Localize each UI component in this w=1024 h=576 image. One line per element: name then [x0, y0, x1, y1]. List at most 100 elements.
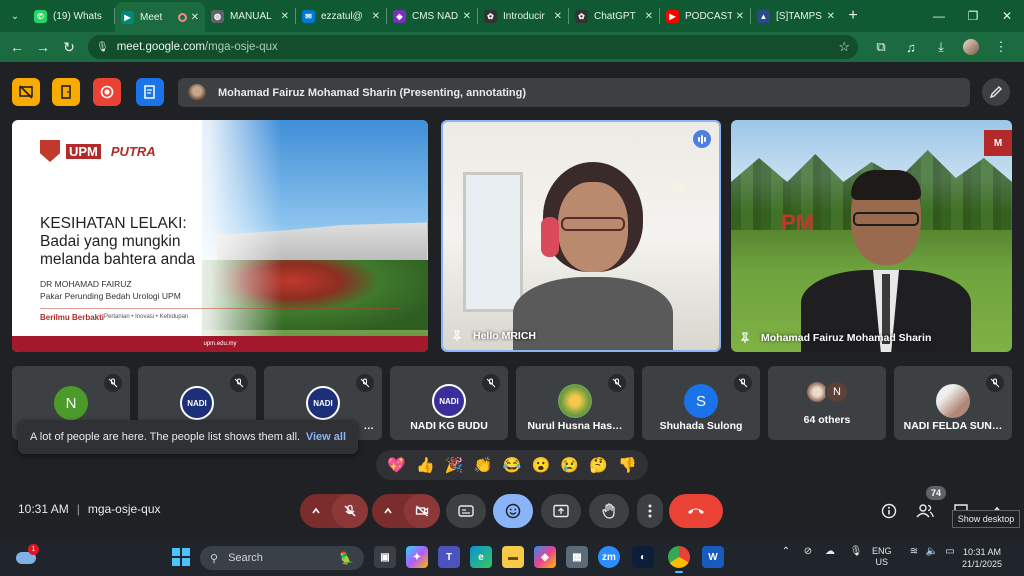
- volume-icon[interactable]: 🔈: [924, 546, 940, 557]
- more-options-button[interactable]: [637, 494, 663, 528]
- chevron-up-icon: [384, 507, 392, 514]
- reaction-laugh-button[interactable]: 😂: [503, 456, 522, 474]
- present-button[interactable]: [541, 494, 581, 528]
- reaction-sad-button[interactable]: 😢: [560, 456, 579, 474]
- slide-divider: [40, 308, 400, 309]
- participant-tile[interactable]: NADI FELDA SUN…: [894, 366, 1012, 440]
- close-tab-icon[interactable]: ✕: [372, 11, 380, 22]
- reaction-thumbs-up-button[interactable]: 👍: [416, 456, 435, 474]
- tab-label: CMS NAD: [412, 10, 459, 22]
- tab-search-button[interactable]: ⌄: [2, 3, 28, 29]
- reaction-thumbs-down-button[interactable]: 👎: [618, 456, 637, 474]
- participant-avatar: [558, 384, 592, 418]
- reaction-clap-button[interactable]: 👏: [474, 456, 493, 474]
- tab-mail[interactable]: ✉ ezzatul@ ✕: [296, 3, 386, 29]
- forward-button[interactable]: →: [30, 34, 56, 60]
- participant-tile-hello-mrich[interactable]: Hello MRICH: [441, 120, 721, 352]
- microphone-in-use-icon[interactable]: 🎙: [848, 546, 864, 557]
- minimize-icon[interactable]: —: [922, 0, 956, 32]
- close-tab-icon[interactable]: ✕: [645, 11, 653, 22]
- stamps-icon: ▲: [757, 9, 770, 23]
- back-button[interactable]: ←: [4, 34, 30, 60]
- file-explorer-icon[interactable]: ▬: [502, 546, 524, 568]
- weather-widget[interactable]: 1: [16, 544, 39, 568]
- chrome-icon[interactable]: [668, 546, 690, 573]
- layout-button[interactable]: [52, 78, 80, 106]
- url-field[interactable]: 🎙 meet.google.com/mga-osje-qux ☆: [88, 35, 858, 59]
- tab-introducir[interactable]: ✿ Introducir ✕: [478, 3, 568, 29]
- camera-toggle-button[interactable]: [404, 494, 440, 528]
- battery-icon[interactable]: ▭: [942, 546, 958, 557]
- cloud-sync-icon[interactable]: ☁: [822, 546, 838, 557]
- pin-icon[interactable]: [739, 332, 751, 344]
- menu-kebab-icon[interactable]: ⋮: [986, 39, 1016, 55]
- teams-icon[interactable]: T: [438, 546, 460, 568]
- input-language[interactable]: ENG US: [872, 546, 892, 568]
- pin-icon[interactable]: [451, 330, 463, 342]
- edge-icon[interactable]: e: [470, 546, 492, 568]
- mic-toggle-button[interactable]: [332, 494, 368, 528]
- store-icon[interactable]: ◈: [534, 546, 556, 568]
- taskbar-search[interactable]: ⚲ Search 🦜: [200, 546, 364, 570]
- recording-button[interactable]: [93, 78, 121, 106]
- download-icon[interactable]: ⤓: [926, 39, 956, 55]
- site-info-icon[interactable]: 🎙: [96, 42, 109, 53]
- tab-whatsapp[interactable]: ✆ (19) Whats: [28, 3, 114, 29]
- participant-tile[interactable]: Nurul Husna Has…: [516, 366, 634, 440]
- close-tab-icon[interactable]: ✕: [827, 11, 835, 22]
- taskbar-clock[interactable]: 10:31 AM 21/1/2025: [962, 546, 1002, 570]
- tab-manual[interactable]: ◍ MANUAL ✕: [205, 3, 295, 29]
- tab-meet[interactable]: ▶ Meet ✕: [115, 2, 205, 32]
- media-controls-icon[interactable]: ♫: [896, 39, 926, 55]
- reload-button[interactable]: ↻: [56, 34, 82, 60]
- copilot-icon[interactable]: ✦: [406, 546, 428, 568]
- reactions-button[interactable]: [493, 494, 533, 528]
- raise-hand-button[interactable]: [589, 494, 629, 528]
- captions-button[interactable]: [446, 494, 486, 528]
- people-button[interactable]: [912, 498, 938, 524]
- participant-tile-presenter[interactable]: PM M Mohamad Fairuz Mohamad Sharin: [731, 120, 1012, 352]
- close-tab-icon[interactable]: ✕: [554, 11, 562, 22]
- kiosk-app-icon[interactable]: ▦: [566, 546, 588, 568]
- hide-presentation-button[interactable]: [12, 78, 40, 106]
- profile-avatar[interactable]: [956, 39, 986, 55]
- view-all-link[interactable]: View all: [306, 431, 346, 443]
- zoom-icon[interactable]: zm: [598, 546, 620, 568]
- tab-label: Introducir: [503, 10, 545, 22]
- reaction-surprised-button[interactable]: 😮: [531, 456, 550, 474]
- close-tab-icon[interactable]: ✕: [281, 11, 289, 22]
- meeting-details-button[interactable]: [876, 498, 902, 524]
- others-tile[interactable]: N 64 others: [768, 366, 886, 440]
- tab-chatgpt[interactable]: ✿ ChatGPT ✕: [569, 3, 659, 29]
- tab-cms[interactable]: ◆ CMS NAD ✕: [387, 3, 477, 29]
- reaction-heart-button[interactable]: 💖: [387, 456, 406, 474]
- bookmark-star-icon[interactable]: ☆: [838, 39, 850, 55]
- close-window-icon[interactable]: ✕: [990, 0, 1024, 32]
- tab-stamps[interactable]: ▲ [S]TAMPS ✕: [751, 3, 841, 29]
- notes-button[interactable]: [136, 78, 164, 106]
- chat-app-icon[interactable]: ◐: [632, 546, 654, 568]
- close-tab-icon[interactable]: ✕: [191, 12, 199, 23]
- word-icon[interactable]: W: [702, 546, 724, 568]
- task-view-icon[interactable]: ▣: [374, 546, 396, 568]
- camera-options-button[interactable]: [372, 494, 404, 528]
- reaction-party-button[interactable]: 🎉: [445, 456, 464, 474]
- annotate-button[interactable]: [982, 78, 1010, 106]
- camera-in-use-icon[interactable]: ⊘: [800, 546, 816, 557]
- wifi-icon[interactable]: ≋: [906, 546, 922, 557]
- extensions-icon[interactable]: ⧉: [866, 39, 896, 55]
- close-tab-icon[interactable]: ✕: [463, 11, 471, 22]
- participant-tile[interactable]: NADI NADI KG BUDU: [390, 366, 508, 440]
- start-button[interactable]: [172, 548, 190, 566]
- close-tab-icon[interactable]: ✕: [736, 11, 744, 22]
- participant-tile[interactable]: S Shuhada Sulong: [642, 366, 760, 440]
- leave-call-button[interactable]: [669, 494, 723, 528]
- presenter-banner[interactable]: Mohamad Fairuz Mohamad Sharin (Presentin…: [178, 78, 970, 107]
- reaction-thinking-button[interactable]: 🤔: [589, 456, 608, 474]
- participant-video: [801, 170, 971, 352]
- tray-overflow-icon[interactable]: ⌃: [778, 546, 794, 557]
- tab-podcast[interactable]: ▶ PODCAST ✕: [660, 3, 750, 29]
- mic-options-button[interactable]: [300, 494, 332, 528]
- maximize-icon[interactable]: ❐: [956, 0, 990, 32]
- new-tab-button[interactable]: +: [841, 7, 865, 25]
